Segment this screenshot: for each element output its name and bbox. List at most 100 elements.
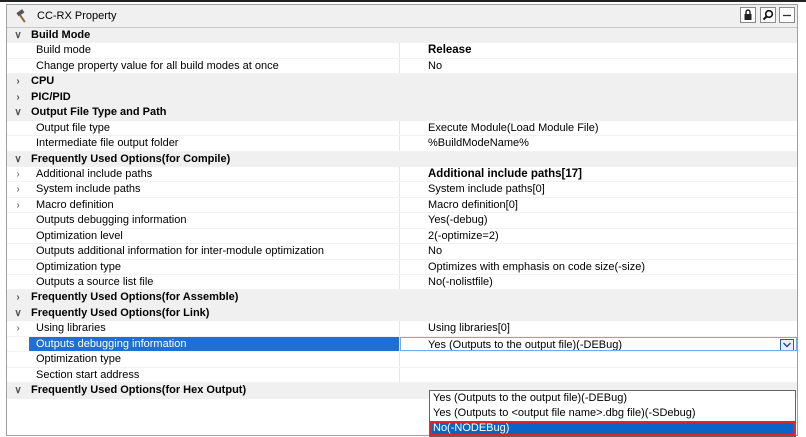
collapse-chevron-icon[interactable]: ›: [7, 90, 29, 105]
expand-chevron-icon[interactable]: ∨: [7, 306, 29, 321]
row-indent: [7, 368, 29, 382]
lock-icon[interactable]: [740, 7, 756, 23]
expand-chevron-icon[interactable]: ∨: [7, 28, 29, 43]
row-indent: [7, 121, 29, 135]
collapse-chevron-icon[interactable]: ›: [7, 198, 29, 212]
dropdown-option[interactable]: No(-NODEBug): [430, 421, 795, 436]
row-indent: [7, 337, 29, 351]
property-name: System include paths: [29, 182, 400, 197]
row-indent: [7, 260, 29, 274]
property-value[interactable]: System include paths[0]: [400, 182, 797, 196]
top-border: [0, 0, 806, 2]
window-title: CC-RX Property: [37, 10, 117, 22]
property-value[interactable]: Optimizes with emphasis on code size(-si…: [400, 260, 797, 274]
property-name: Intermediate file output folder: [29, 136, 400, 151]
category-label: CPU: [31, 75, 55, 88]
property-row[interactable]: Intermediate file output folder %BuildMod…: [7, 136, 797, 152]
property-name: Optimization type: [29, 352, 400, 367]
property-value[interactable]: 2(-optimize=2): [400, 229, 797, 243]
category-row[interactable]: › Frequently Used Options(for Assemble): [7, 290, 797, 306]
property-value-combo[interactable]: Yes (Outputs to the output file)(-DEBug): [400, 336, 797, 352]
row-indent: [7, 213, 29, 227]
category-row[interactable]: ∨ Frequently Used Options(for Link): [7, 305, 797, 322]
dropdown-option[interactable]: Yes (Outputs to the output file)(-DEBug): [430, 391, 795, 406]
row-indent: [7, 352, 29, 366]
property-value[interactable]: No: [400, 59, 797, 73]
category-row[interactable]: ∨ Frequently Used Options(for Compile): [7, 151, 797, 167]
dropdown-arrow-icon[interactable]: [780, 338, 794, 351]
property-row[interactable]: Change property value for all build mode…: [7, 58, 797, 75]
collapse-chevron-icon[interactable]: ›: [7, 182, 29, 196]
property-row[interactable]: Optimization level 2(-optimize=2): [7, 228, 797, 245]
property-name: Optimization type: [29, 259, 400, 274]
expand-chevron-icon[interactable]: ∨: [7, 152, 29, 167]
category-label: Frequently Used Options(for Compile): [31, 152, 231, 165]
collapse-chevron-icon[interactable]: ›: [7, 321, 29, 335]
property-value[interactable]: %BuildModeName%: [400, 136, 797, 150]
property-value[interactable]: Using libraries[0]: [400, 321, 797, 335]
property-name: Build mode: [29, 43, 400, 58]
property-row[interactable]: › Additional include paths Additional incl…: [7, 166, 797, 183]
category-label: PIC/PID: [31, 90, 71, 103]
property-value[interactable]: Yes(-debug): [400, 213, 797, 227]
collapse-chevron-icon[interactable]: ›: [7, 290, 29, 305]
property-name: Outputs additional information for inter…: [29, 244, 400, 259]
property-name: Section start address: [29, 367, 400, 383]
category-label: Output File Type and Path: [31, 106, 167, 119]
property-value[interactable]: No: [400, 244, 797, 258]
property-name: Outputs debugging information: [29, 336, 400, 352]
category-label: Frequently Used Options(for Link): [31, 306, 210, 319]
category-label: Build Mode: [31, 29, 91, 41]
collapse-chevron-icon[interactable]: ›: [7, 74, 29, 89]
property-value[interactable]: Additional include paths[17]: [400, 167, 797, 181]
property-row[interactable]: Output file type Execute Module(Load Modu…: [7, 120, 797, 137]
row-indent: [7, 59, 29, 73]
property-panel: CC-RX Property ∨ Build Mode Build mode Rele…: [6, 4, 798, 437]
property-name: Output file type: [29, 120, 400, 136]
property-value[interactable]: [400, 352, 797, 366]
category-label: Frequently Used Options(for Hex Output): [31, 384, 247, 397]
dropdown-list[interactable]: Yes (Outputs to the output file)(-DEBug)…: [429, 390, 796, 437]
property-row[interactable]: Build mode Release: [7, 43, 797, 59]
row-indent: [7, 43, 29, 57]
property-name: Change property value for all build mode…: [29, 58, 400, 74]
minimize-icon[interactable]: [779, 7, 795, 23]
property-row[interactable]: Outputs a source list file No(-nolistfile…: [7, 275, 797, 291]
property-row[interactable]: Section start address: [7, 367, 797, 384]
property-row[interactable]: › System include paths System include path…: [7, 182, 797, 198]
title-bar: CC-RX Property: [7, 5, 797, 28]
property-row[interactable]: Outputs additional information for inter…: [7, 244, 797, 260]
property-value[interactable]: [400, 368, 797, 382]
expand-chevron-icon[interactable]: ∨: [7, 105, 29, 120]
property-name: Optimization level: [29, 228, 400, 244]
property-value[interactable]: No(-nolistfile): [400, 275, 797, 289]
property-row[interactable]: › Using libraries Using libraries[0]: [7, 321, 797, 337]
category-label: Frequently Used Options(for Assemble): [31, 291, 239, 304]
property-name: Macro definition: [29, 197, 400, 213]
property-row[interactable]: Optimization type: [7, 352, 797, 368]
property-name: Additional include paths: [29, 166, 400, 182]
category-row[interactable]: › CPU: [7, 74, 797, 90]
property-row[interactable]: Outputs debugging information Yes (Output…: [7, 336, 797, 353]
property-grid: ∨ Build Mode Build mode Release Change prope…: [7, 28, 797, 399]
expand-chevron-icon[interactable]: ∨: [7, 383, 29, 398]
category-row[interactable]: › PIC/PID: [7, 89, 797, 106]
property-name: Outputs a source list file: [29, 275, 400, 290]
property-value[interactable]: Execute Module(Load Module File): [400, 121, 797, 135]
collapse-chevron-icon[interactable]: ›: [7, 167, 29, 181]
property-value[interactable]: Macro definition[0]: [400, 198, 797, 212]
property-value[interactable]: Release: [400, 43, 797, 57]
dropdown-option[interactable]: Yes (Outputs to <output file name>.dbg f…: [430, 406, 795, 421]
category-row[interactable]: ∨ Build Mode: [7, 28, 797, 44]
property-row[interactable]: › Macro definition Macro definition[0]: [7, 197, 797, 214]
row-indent: [7, 275, 29, 289]
property-name: Outputs debugging information: [29, 213, 400, 228]
property-name: Using libraries: [29, 321, 400, 336]
row-indent: [7, 229, 29, 243]
property-row[interactable]: Optimization type Optimizes with emphasis…: [7, 259, 797, 275]
property-row[interactable]: Outputs debugging information Yes(-debug): [7, 213, 797, 229]
hammer-icon: [15, 8, 31, 24]
row-indent: [7, 136, 29, 150]
search-icon[interactable]: [760, 7, 776, 23]
category-row[interactable]: ∨ Output File Type and Path: [7, 105, 797, 121]
